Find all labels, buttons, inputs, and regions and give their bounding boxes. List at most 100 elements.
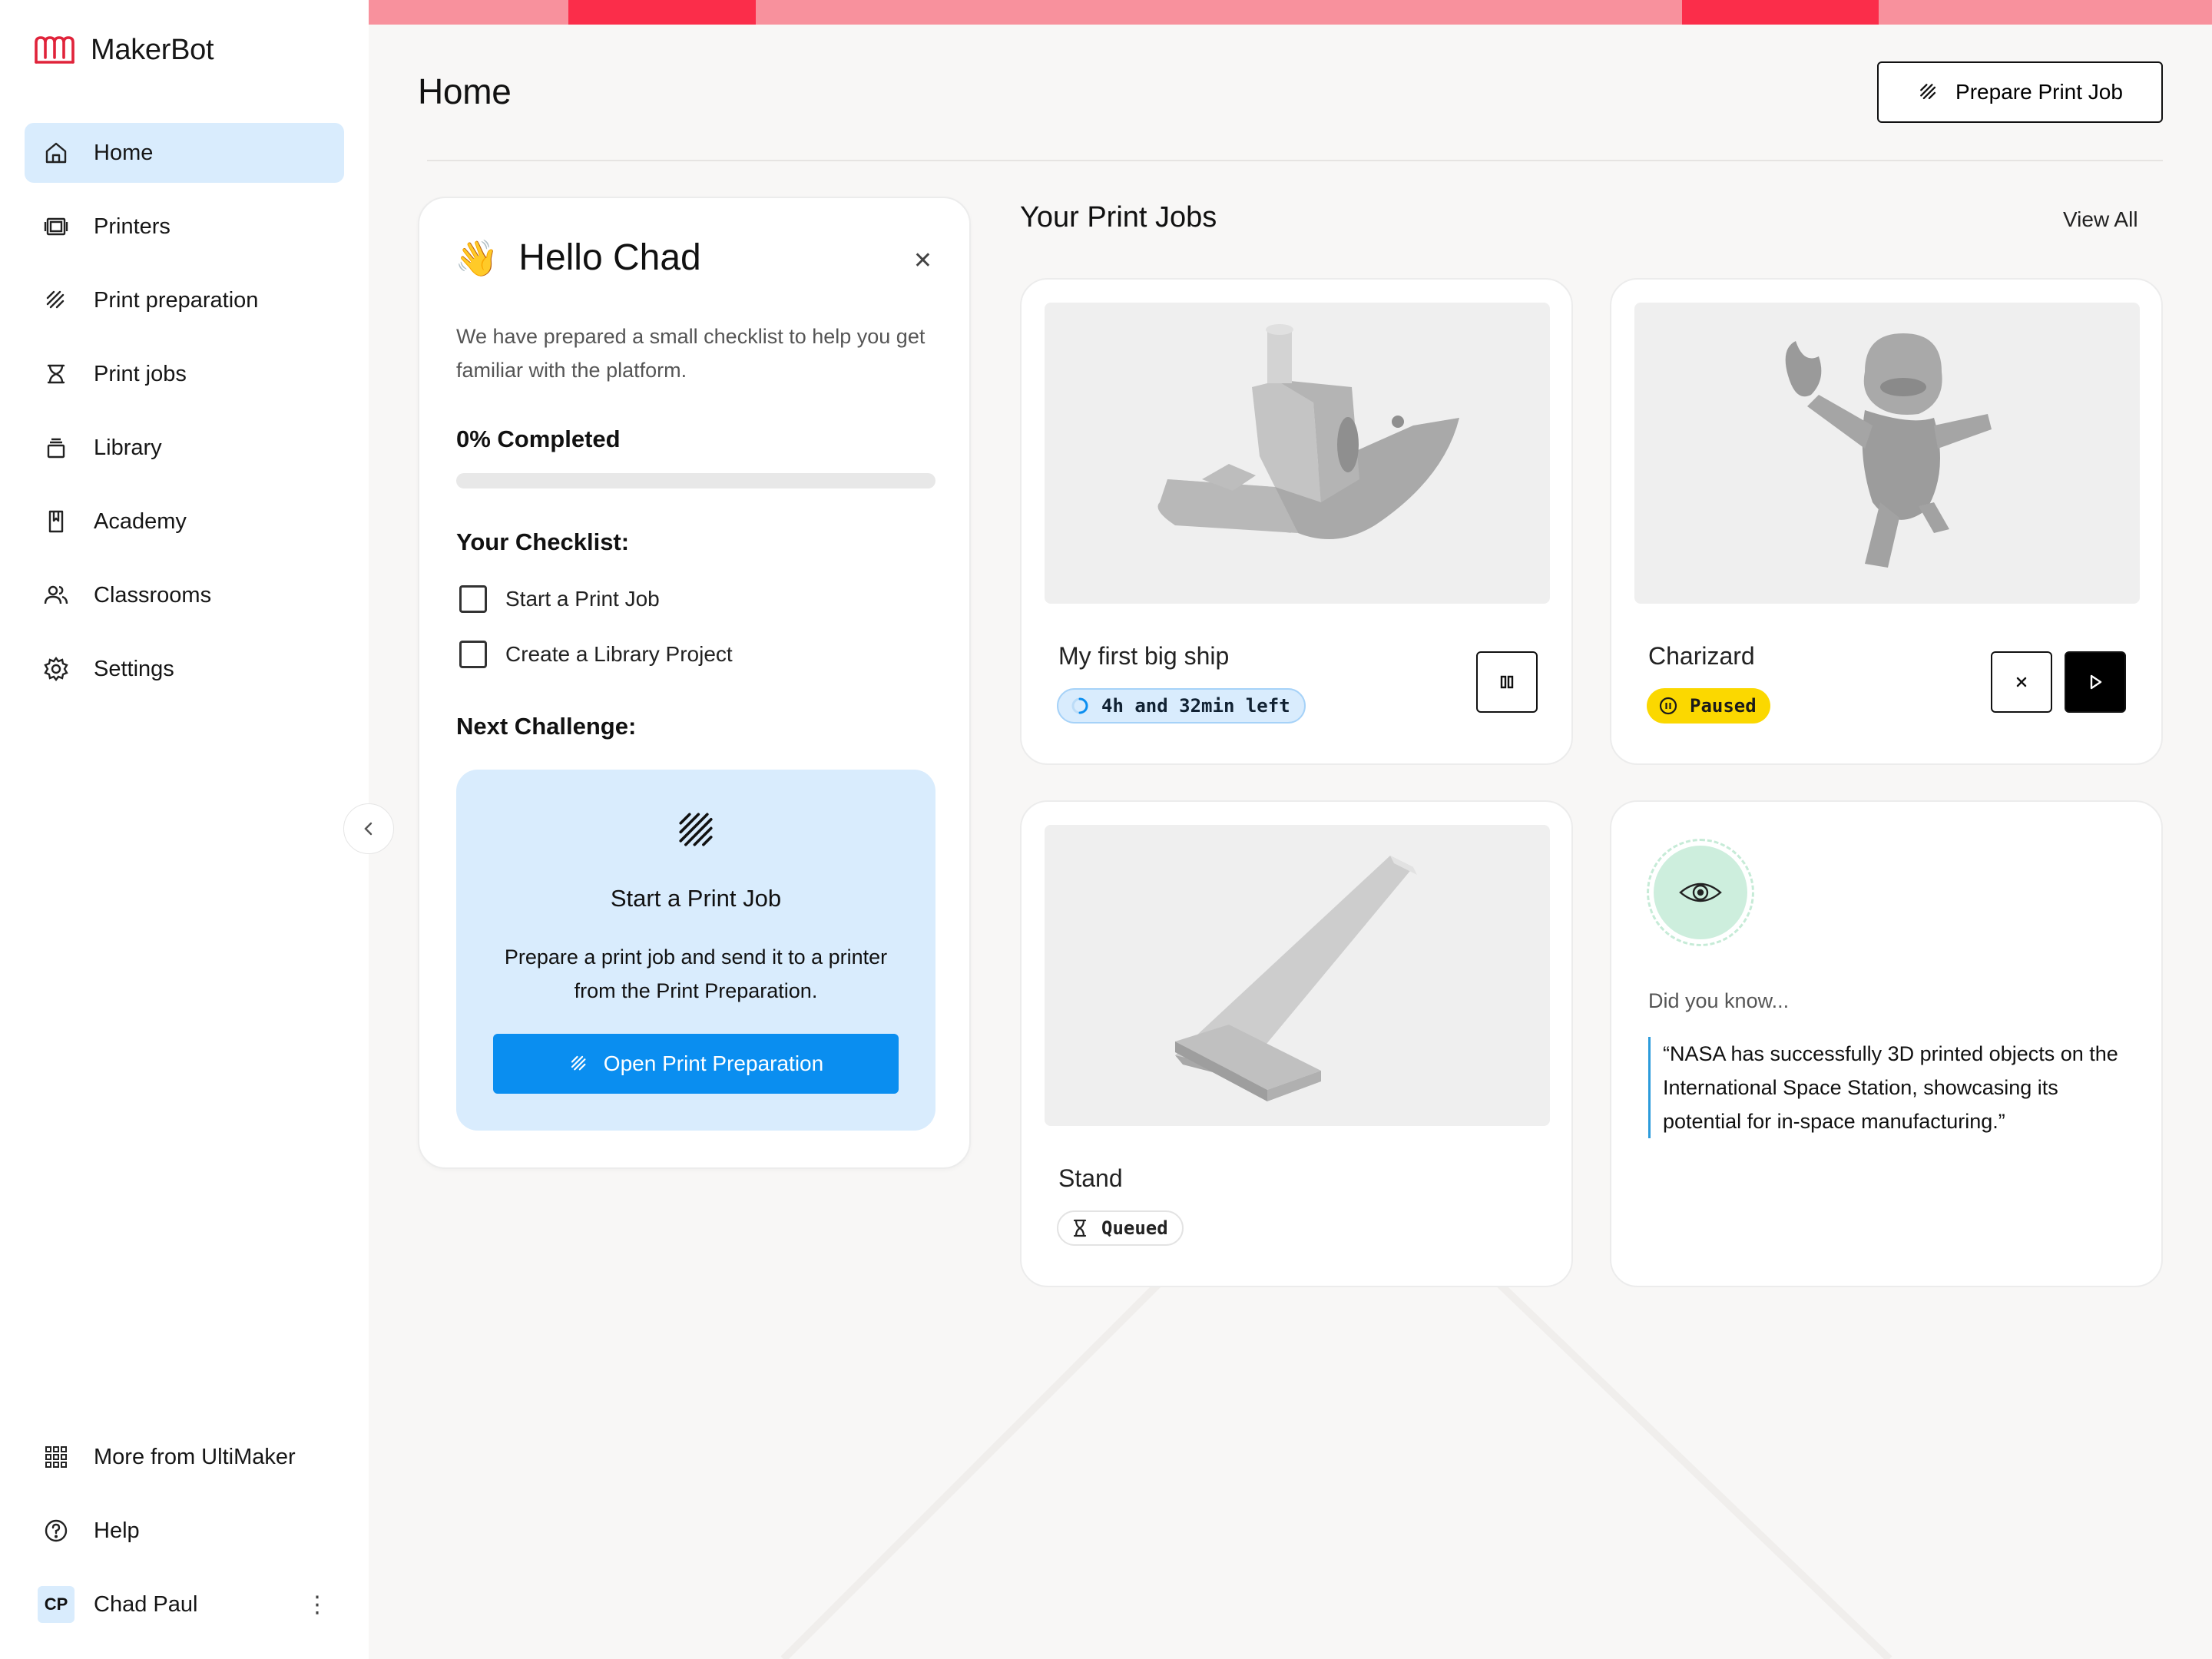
avatar: CP	[38, 1586, 75, 1623]
job-card-charizard[interactable]: Charizard Paused	[1610, 278, 2163, 765]
sidebar-item-label: Print preparation	[94, 287, 259, 313]
job-name: Charizard	[1648, 642, 1755, 670]
open-print-preparation-button[interactable]: Open Print Preparation	[493, 1034, 899, 1094]
help-icon	[45, 1519, 68, 1542]
sidebar-item-label: Printers	[94, 214, 171, 239]
checklist-item-create-library-project[interactable]: Create a Library Project	[459, 641, 733, 668]
resume-job-button[interactable]	[2065, 651, 2126, 713]
sidebar-item-classrooms[interactable]: Classrooms	[25, 565, 344, 625]
progress-bar	[456, 473, 935, 488]
cancel-job-button[interactable]	[1991, 651, 2052, 713]
job-thumbnail	[1634, 303, 2140, 604]
academy-icon	[48, 510, 64, 533]
brand-name: MakerBot	[91, 33, 214, 66]
welcome-header: 👋 Hello Chad	[455, 237, 701, 279]
fact-quote: “NASA has successfully 3D printed object…	[1648, 1037, 2124, 1138]
welcome-title: Hello Chad	[518, 237, 701, 278]
waving-hand-icon: 👋	[455, 237, 499, 278]
status-text: 4h and 32min left	[1101, 695, 1290, 717]
sidebar-item-library[interactable]: Library	[25, 418, 344, 478]
sidebar-item-print-jobs[interactable]: Print jobs	[25, 344, 344, 404]
did-you-know-card: Did you know... “NASA has successfully 3…	[1610, 800, 2163, 1287]
close-icon[interactable]: ✕	[913, 247, 932, 274]
sidebar-item-help[interactable]: Help	[25, 1501, 344, 1561]
sidebar-item-more-from-ultimaker[interactable]: More from UltiMaker	[25, 1427, 344, 1487]
top-accent-band	[369, 0, 2212, 25]
sidebar-item-home[interactable]: Home	[25, 123, 344, 183]
library-icon	[47, 438, 65, 459]
job-thumbnail	[1045, 303, 1550, 604]
job-card-ship[interactable]: My first big ship 4h and 32min left	[1020, 278, 1573, 765]
stand-model-image	[1175, 856, 1417, 1101]
sidebar-item-label: Home	[94, 140, 154, 165]
checklist-title: Your Checklist:	[456, 528, 630, 555]
job-thumbnail	[1045, 825, 1550, 1126]
sidebar-item-printers[interactable]: Printers	[25, 197, 344, 257]
progress-spinner-icon	[1071, 697, 1088, 714]
header-divider	[427, 160, 2163, 161]
makerbot-logo-icon	[35, 36, 75, 64]
next-challenge-title: Next Challenge:	[456, 713, 637, 740]
fact-label: Did you know...	[1648, 989, 1790, 1012]
sidebar-item-settings[interactable]: Settings	[25, 639, 344, 699]
sidebar-item-label: Academy	[94, 508, 187, 534]
classrooms-icon	[44, 585, 68, 604]
pause-button[interactable]	[1476, 651, 1538, 713]
prepare-print-job-label: Prepare Print Job	[1955, 80, 2123, 104]
home-icon	[45, 142, 67, 164]
band-accent-right	[1682, 0, 1879, 25]
fact-icon-ring	[1647, 839, 1754, 946]
prepare-print-job-button[interactable]: Prepare Print Job	[1877, 61, 2163, 123]
collapse-sidebar-button[interactable]	[343, 803, 394, 854]
welcome-description: We have prepared a small checklist to he…	[456, 325, 926, 382]
print-jobs-title: Your Print Jobs	[1020, 201, 1217, 233]
eye-icon	[1679, 882, 1722, 902]
sidebar-item-label: Classrooms	[94, 582, 212, 608]
job-name: Stand	[1058, 1164, 1123, 1192]
print-prep-icon	[1920, 84, 1936, 100]
grid-icon	[45, 1446, 67, 1468]
challenge-card: Start a Print Job Prepare a print job an…	[456, 770, 935, 1131]
challenge-title: Start a Print Job	[610, 885, 782, 912]
printer-icon	[44, 217, 68, 236]
background-lines	[780, 1275, 1892, 1659]
sidebar-item-academy[interactable]: Academy	[25, 492, 344, 551]
fact-icon-background	[1654, 846, 1747, 939]
status-text: Queued	[1101, 1217, 1168, 1239]
view-all-link[interactable]: View All	[2063, 207, 2138, 232]
sidebar-item-print-preparation[interactable]: Print preparation	[25, 270, 344, 330]
play-icon	[2090, 674, 2102, 690]
status-text: Paused	[1690, 695, 1757, 717]
more-options-icon[interactable]: ⋮	[306, 1591, 329, 1618]
checklist-item-start-print-job[interactable]: Start a Print Job	[459, 585, 660, 613]
close-icon	[2016, 677, 2027, 687]
job-card-stand[interactable]: Stand Queued	[1020, 800, 1573, 1287]
page-title: Home	[418, 71, 512, 111]
print-prep-icon	[571, 1055, 586, 1071]
sidebar-bottom: More from UltiMaker Help CP Chad Paul ⋮	[25, 1427, 344, 1648]
user-name: Chad Paul	[94, 1591, 198, 1617]
print-prep-icon	[679, 813, 713, 846]
print-prep-icon	[46, 290, 65, 309]
checklist-item-label: Create a Library Project	[505, 642, 733, 666]
brand[interactable]: MakerBot	[34, 31, 214, 69]
user-profile[interactable]: CP Chad Paul ⋮	[25, 1575, 344, 1634]
checklist-item-label: Start a Print Job	[505, 587, 660, 611]
checkbox[interactable]	[459, 641, 487, 668]
checkbox[interactable]	[459, 585, 487, 613]
status-badge: Queued	[1057, 1210, 1184, 1246]
challenge-description: Prepare a print job and send it to a pri…	[504, 945, 888, 1002]
job-name: My first big ship	[1058, 642, 1230, 670]
sidebar-nav: Home Printers Print preparation Print jo…	[25, 123, 344, 713]
sidebar-item-label: More from UltiMaker	[94, 1444, 296, 1469]
sidebar-item-label: Settings	[94, 656, 174, 681]
status-badge: Paused	[1647, 688, 1770, 724]
pause-icon	[1500, 675, 1514, 689]
sidebar-item-label: Help	[94, 1518, 140, 1543]
welcome-card: 👋 Hello Chad ✕ We have prepared a small …	[418, 197, 971, 1169]
open-print-preparation-label: Open Print Preparation	[603, 1051, 824, 1075]
print-jobs-icon	[47, 364, 65, 384]
gear-icon	[44, 657, 68, 681]
hourglass-icon	[1073, 1219, 1087, 1237]
band-accent-left	[568, 0, 756, 25]
